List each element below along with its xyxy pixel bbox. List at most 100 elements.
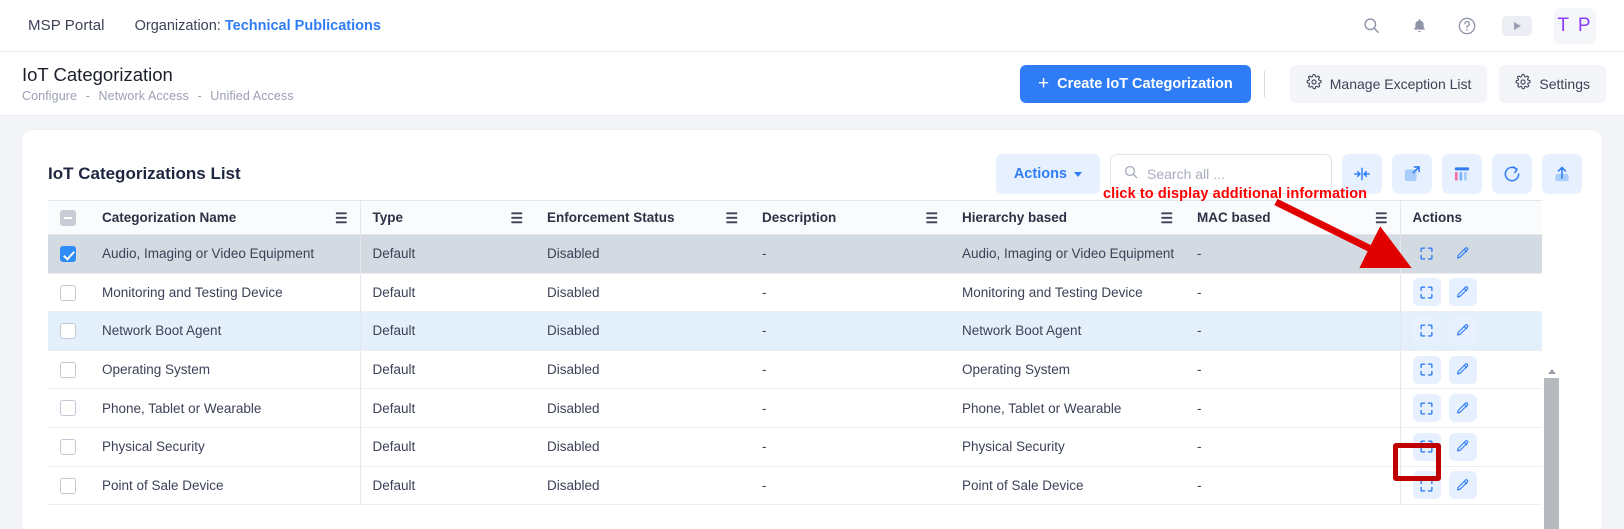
row-select-cell[interactable] (48, 312, 90, 351)
row-checkbox[interactable] (60, 400, 76, 416)
expand-details-icon[interactable] (1413, 433, 1441, 461)
manage-exception-list-button[interactable]: Manage Exception List (1290, 65, 1488, 103)
edit-pencil-icon[interactable] (1449, 317, 1477, 345)
expand-details-icon[interactable] (1413, 317, 1441, 345)
create-iot-categorization-button[interactable]: + Create IoT Categorization (1020, 65, 1251, 103)
edit-pencil-icon[interactable] (1449, 433, 1477, 461)
edit-pencil-icon[interactable] (1449, 356, 1477, 384)
breadcrumb-item-network-access[interactable]: Network Access (99, 89, 189, 103)
cell-mac-based: - (1185, 389, 1400, 428)
edit-pencil-icon[interactable] (1449, 471, 1477, 499)
help-icon[interactable] (1454, 13, 1480, 39)
cell-hierarchy-based: Network Boot Agent (950, 312, 1185, 351)
table-row[interactable]: Operating SystemDefaultDisabled-Operatin… (48, 350, 1542, 389)
expand-external-icon[interactable] (1392, 154, 1432, 194)
cell-hierarchy-based: Operating System (950, 350, 1185, 389)
row-checkbox[interactable] (60, 246, 76, 262)
breadcrumb-item-configure[interactable]: Configure (22, 89, 77, 103)
expand-details-icon[interactable] (1413, 471, 1441, 499)
scroll-up-arrow-icon[interactable] (1544, 365, 1559, 378)
actions-dropdown-button[interactable]: Actions (996, 154, 1100, 194)
row-select-cell[interactable] (48, 389, 90, 428)
column-label: Categorization Name (102, 210, 236, 225)
column-menu-icon[interactable]: ☰ (1160, 211, 1173, 225)
row-checkbox[interactable] (60, 478, 76, 494)
column-settings-icon[interactable] (1442, 154, 1482, 194)
select-all-checkbox[interactable] (60, 210, 76, 226)
expand-details-icon[interactable] (1413, 394, 1441, 422)
breadcrumb-separator-1: - (86, 89, 90, 103)
column-header-categorization-name[interactable]: Categorization Name ☰ (90, 201, 360, 235)
page-header: IoT Categorization Configure - Network A… (0, 52, 1624, 116)
column-menu-icon[interactable]: ☰ (725, 211, 738, 225)
row-checkbox[interactable] (60, 285, 76, 301)
brand-label[interactable]: MSP Portal (28, 17, 105, 34)
search-icon[interactable] (1358, 13, 1384, 39)
breadcrumb-item-unified-access[interactable]: Unified Access (210, 89, 293, 103)
table-row[interactable]: Point of Sale DeviceDefaultDisabled-Poin… (48, 466, 1542, 505)
cell-categorization-name: Phone, Tablet or Wearable (90, 389, 360, 428)
column-label: Enforcement Status (547, 210, 675, 225)
avatar[interactable]: T P (1554, 8, 1596, 44)
cell-type: Default (360, 273, 535, 312)
breadcrumb: Configure - Network Access - Unified Acc… (22, 89, 294, 103)
column-header-type[interactable]: Type ☰ (360, 201, 535, 235)
row-select-cell[interactable] (48, 235, 90, 274)
page-header-actions: + Create IoT Categorization Manage Excep… (1020, 65, 1606, 103)
table-row[interactable]: Network Boot AgentDefaultDisabled-Networ… (48, 312, 1542, 351)
cell-actions (1400, 466, 1542, 505)
edit-pencil-icon[interactable] (1449, 394, 1477, 422)
cell-categorization-name: Audio, Imaging or Video Equipment (90, 235, 360, 274)
table-row[interactable]: Physical SecurityDefaultDisabled-Physica… (48, 427, 1542, 466)
column-menu-icon[interactable]: ☰ (510, 211, 523, 225)
column-header-description[interactable]: Description ☰ (750, 201, 950, 235)
column-label: Hierarchy based (962, 210, 1067, 225)
column-header-enforcement-status[interactable]: Enforcement Status ☰ (535, 201, 750, 235)
edit-pencil-icon[interactable] (1449, 240, 1477, 268)
table-row[interactable]: Monitoring and Testing DeviceDefaultDisa… (48, 273, 1542, 312)
organization-label: Organization: (135, 18, 221, 34)
cell-categorization-name: Monitoring and Testing Device (90, 273, 360, 312)
gear-icon (1306, 74, 1322, 93)
upload-icon[interactable] (1542, 154, 1582, 194)
row-select-cell[interactable] (48, 466, 90, 505)
cell-enforcement-status: Disabled (535, 312, 750, 351)
row-checkbox[interactable] (60, 362, 76, 378)
bell-icon[interactable] (1406, 13, 1432, 39)
expand-details-icon[interactable] (1413, 278, 1441, 306)
scroll-up-triangle (1548, 369, 1556, 374)
table-vertical-scrollbar[interactable] (1544, 365, 1559, 529)
column-menu-icon[interactable]: ☰ (335, 211, 348, 225)
cell-type: Default (360, 466, 535, 505)
row-select-cell[interactable] (48, 273, 90, 312)
settings-button[interactable]: Settings (1499, 65, 1606, 103)
cell-enforcement-status: Disabled (535, 427, 750, 466)
table-row[interactable]: Phone, Tablet or WearableDefaultDisabled… (48, 389, 1542, 428)
organization-value[interactable]: Technical Publications (225, 18, 381, 34)
row-select-cell[interactable] (48, 350, 90, 389)
expand-details-icon[interactable] (1413, 356, 1441, 384)
column-header-hierarchy-based[interactable]: Hierarchy based ☰ (950, 201, 1185, 235)
row-select-cell[interactable] (48, 427, 90, 466)
page-header-titles: IoT Categorization Configure - Network A… (22, 64, 294, 103)
cell-enforcement-status: Disabled (535, 389, 750, 428)
edit-pencil-icon[interactable] (1449, 278, 1477, 306)
play-triangle (1514, 22, 1521, 30)
cell-actions (1400, 350, 1542, 389)
refresh-icon[interactable] (1492, 154, 1532, 194)
plus-icon: + (1038, 74, 1049, 93)
cell-actions (1400, 235, 1542, 274)
organization-selector[interactable]: Organization:Technical Publications (135, 18, 381, 34)
column-header-actions: Actions (1400, 201, 1542, 235)
row-checkbox[interactable] (60, 439, 76, 455)
video-play-icon[interactable] (1502, 16, 1532, 36)
cell-enforcement-status: Disabled (535, 235, 750, 274)
cell-mac-based: - (1185, 350, 1400, 389)
page-title: IoT Categorization (22, 64, 294, 85)
scrollbar-thumb[interactable] (1544, 378, 1559, 529)
cell-description: - (750, 312, 950, 351)
column-label: Type (373, 210, 404, 225)
row-checkbox[interactable] (60, 323, 76, 339)
column-menu-icon[interactable]: ☰ (925, 211, 938, 225)
search-input[interactable] (1147, 166, 1319, 182)
